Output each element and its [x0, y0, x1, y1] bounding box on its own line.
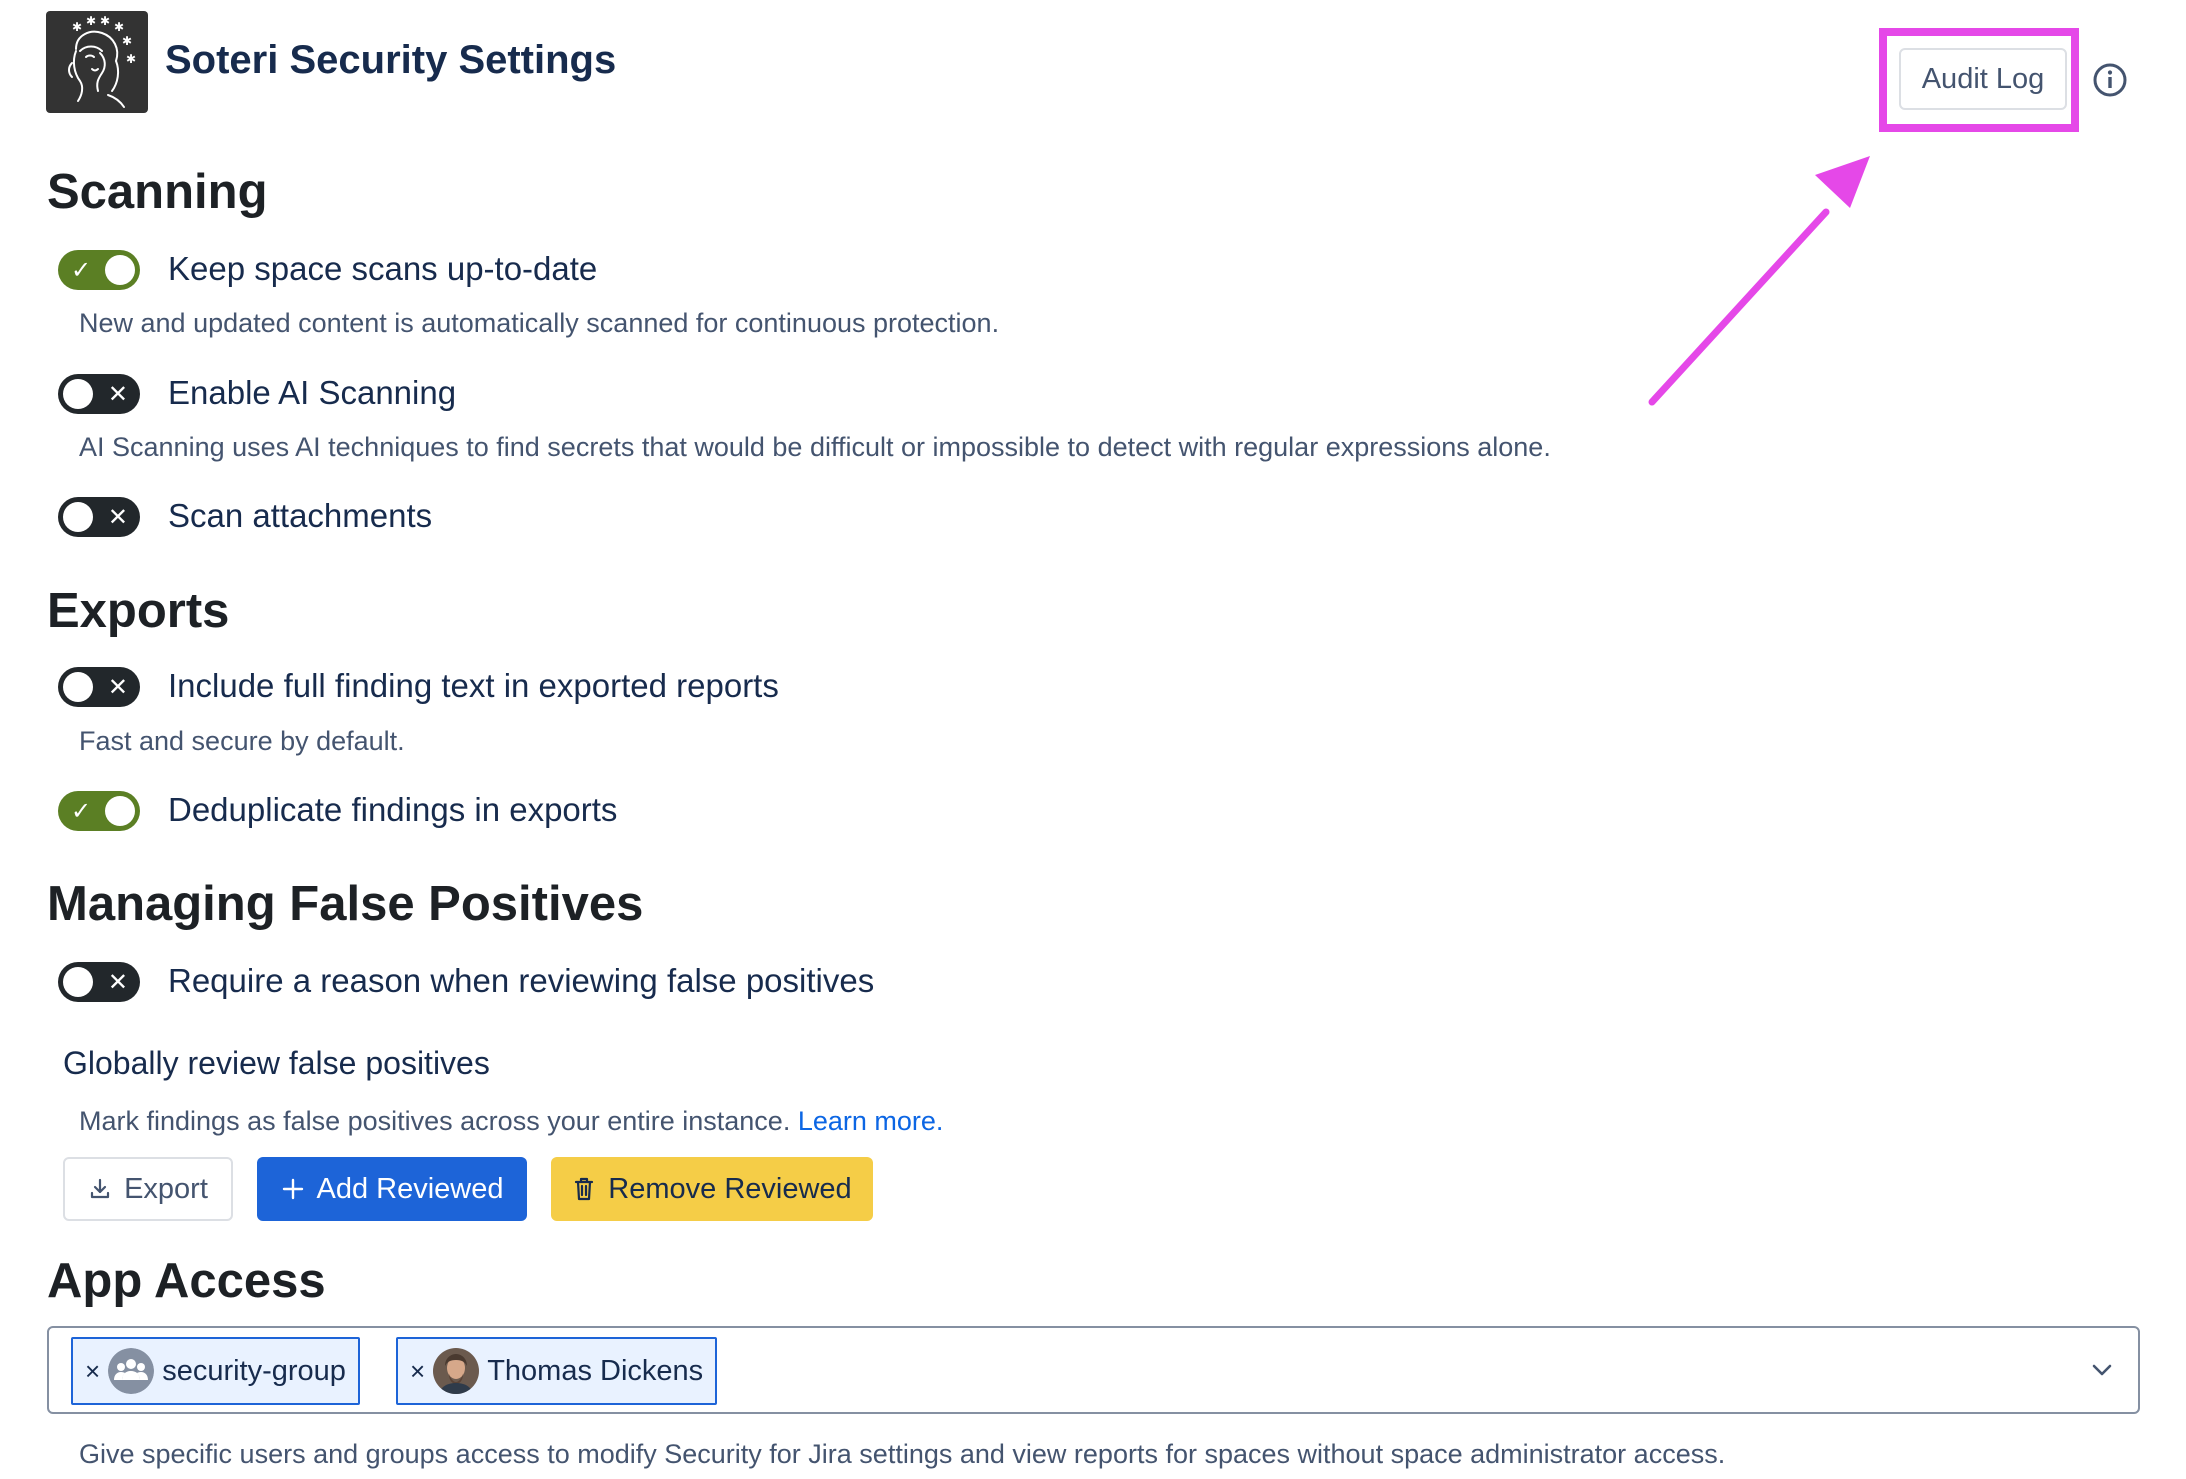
export-button-label: Export: [124, 1172, 208, 1205]
label-scan-attachments: Scan attachments: [168, 497, 433, 534]
trash-icon: [575, 1177, 594, 1201]
desc-ai-scanning: AI Scanning uses AI techniques to find s…: [79, 432, 1551, 462]
label-full-text: Include full finding text in exported re…: [168, 667, 779, 704]
toggle-keep-scans[interactable]: ✓: [58, 250, 140, 290]
toggle-scan-attachments[interactable]: ✕: [58, 497, 140, 537]
toggle-full-text[interactable]: ✕: [58, 667, 140, 707]
close-icon: ✕: [107, 380, 128, 408]
annotation-arrow-icon: [1648, 156, 1870, 406]
group-icon: [108, 1348, 155, 1394]
app-logo: ✱ ✱ ✱ ✱ ✱ ✱: [46, 11, 148, 113]
user-avatar: [433, 1348, 480, 1394]
add-reviewed-button[interactable]: Add Reviewed: [257, 1157, 527, 1221]
label-keep-scans: Keep space scans up-to-date: [168, 250, 598, 287]
svg-text:✱: ✱: [126, 52, 136, 66]
chip-security-group: × security-group: [71, 1337, 360, 1405]
section-title-app-access: App Access: [47, 1254, 326, 1308]
toggle-dedupe[interactable]: ✓: [58, 791, 140, 831]
plus-icon: [282, 1178, 303, 1200]
learn-more-link[interactable]: Learn more.: [798, 1106, 944, 1136]
chip-label: security-group: [162, 1354, 346, 1387]
check-icon: ✓: [71, 256, 92, 284]
global-review-text: Mark findings as false positives across …: [79, 1106, 791, 1136]
toggle-ai-scanning[interactable]: ✕: [58, 374, 140, 414]
close-icon: ✕: [107, 503, 128, 531]
info-icon[interactable]: [2092, 62, 2128, 98]
export-button[interactable]: Export: [63, 1157, 233, 1221]
global-review-description: Mark findings as false positives across …: [79, 1106, 943, 1137]
download-icon: [90, 1178, 110, 1199]
close-icon: ✕: [107, 673, 128, 701]
app-title: Soteri Security Settings: [165, 38, 617, 82]
remove-reviewed-button-label: Remove Reviewed: [608, 1172, 852, 1205]
section-title-false-positives: Managing False Positives: [47, 877, 644, 931]
toggle-require-reason[interactable]: ✕: [58, 962, 140, 1002]
svg-text:✱: ✱: [100, 14, 110, 28]
svg-text:✱: ✱: [86, 14, 96, 28]
app-access-description: Give specific users and groups access to…: [79, 1439, 1726, 1469]
remove-chip-button[interactable]: ×: [85, 1356, 100, 1387]
desc-keep-scans: New and updated content is automatically…: [79, 308, 1000, 338]
soteri-goddess-logo-icon: ✱ ✱ ✱ ✱ ✱ ✱: [68, 14, 136, 108]
svg-text:✱: ✱: [114, 20, 124, 34]
label-dedupe: Deduplicate findings in exports: [168, 791, 618, 828]
section-title-exports: Exports: [47, 584, 230, 638]
check-icon: ✓: [71, 797, 92, 825]
highlight-box: [1879, 28, 2079, 132]
label-ai-scanning: Enable AI Scanning: [168, 374, 457, 411]
chevron-down-icon[interactable]: [2088, 1356, 2116, 1384]
chip-thomas-dickens: × Thomas Dickens: [396, 1337, 718, 1405]
section-title-scanning: Scanning: [47, 165, 268, 219]
add-reviewed-button-label: Add Reviewed: [316, 1172, 504, 1205]
svg-text:✱: ✱: [122, 34, 132, 48]
close-icon: ✕: [107, 968, 128, 996]
remove-chip-button[interactable]: ×: [410, 1356, 425, 1387]
svg-text:✱: ✱: [72, 20, 82, 34]
chip-label: Thomas Dickens: [487, 1354, 704, 1387]
desc-full-text: Fast and secure by default.: [79, 726, 405, 756]
app-access-select[interactable]: [47, 1326, 2140, 1414]
remove-reviewed-button[interactable]: Remove Reviewed: [551, 1157, 873, 1221]
label-require-reason: Require a reason when reviewing false po…: [168, 962, 875, 999]
global-review-title: Globally review false positives: [63, 1045, 490, 1081]
